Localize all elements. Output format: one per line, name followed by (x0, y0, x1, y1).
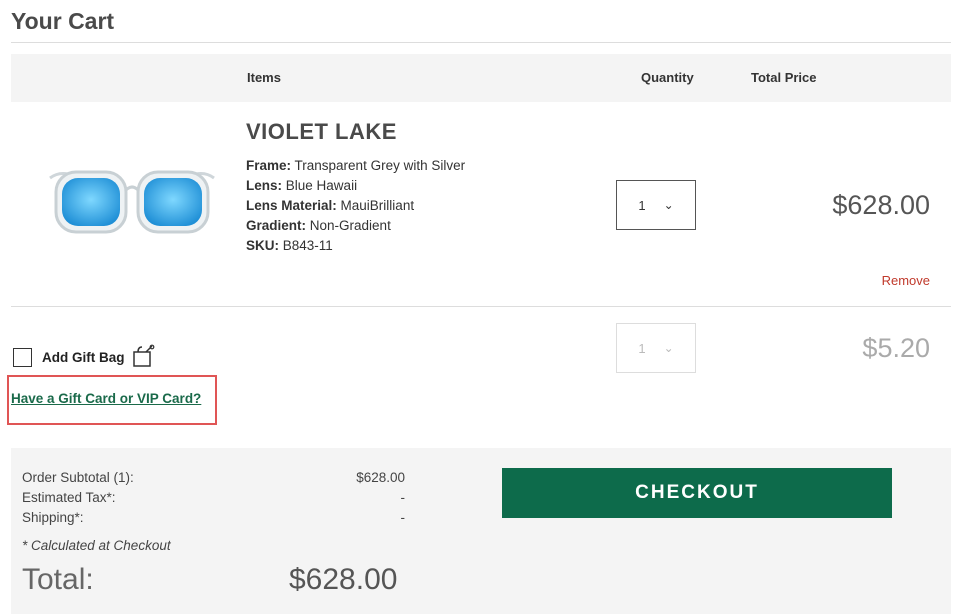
header-total-price: Total Price (751, 70, 817, 85)
gift-bag-price: $5.20 (862, 333, 930, 363)
gift-quantity-value: 1 (638, 340, 646, 356)
shipping-label: Shipping*: (22, 510, 84, 525)
item-divider (11, 306, 951, 307)
tax-value: - (400, 490, 406, 505)
product-name[interactable]: VIOLET LAKE (246, 119, 397, 145)
product-attributes: Frame: Transparent Grey with Silver Lens… (246, 156, 465, 256)
title-divider (11, 42, 951, 43)
product-image-sunglasses[interactable] (48, 166, 216, 242)
gift-card-link[interactable]: Have a Gift Card or VIP Card? (11, 391, 201, 406)
attr-frame: Frame: Transparent Grey with Silver (246, 158, 466, 173)
quantity-value: 1 (638, 197, 646, 213)
attr-gradient: Gradient: Non-Gradient (246, 218, 391, 233)
checkout-button[interactable]: CHECKOUT (502, 468, 892, 518)
shipping-value: - (400, 510, 406, 525)
tax-label: Estimated Tax*: (22, 490, 116, 505)
total-value: $628.00 (289, 563, 398, 596)
remove-link[interactable]: Remove (882, 273, 930, 288)
order-summary: Order Subtotal (1): $628.00 Estimated Ta… (11, 448, 951, 614)
chevron-down-icon: ⌄ (663, 198, 674, 212)
gift-bag-label[interactable]: Add Gift Bag (42, 350, 125, 365)
subtotal-label: Order Subtotal (1): (22, 470, 134, 485)
shipping-row: Shipping*: - (22, 510, 405, 525)
gift-bag-icon (133, 344, 155, 367)
product-price: $628.00 (832, 190, 930, 220)
attr-sku: SKU: B843-11 (246, 238, 333, 253)
attr-lens-material: Lens Material: MauiBrilliant (246, 198, 415, 213)
chevron-down-icon: ⌄ (663, 341, 674, 355)
cart-table-header: Items Quantity Total Price (11, 54, 951, 102)
gift-bag-quantity-select: 1 ⌄ (616, 323, 696, 373)
tax-row: Estimated Tax*: - (22, 490, 405, 505)
subtotal-row: Order Subtotal (1): $628.00 (22, 470, 405, 485)
calculated-note: * Calculated at Checkout (22, 538, 171, 553)
page-title: Your Cart (11, 8, 115, 34)
header-items: Items (247, 70, 281, 85)
header-quantity: Quantity (641, 70, 694, 85)
gift-bag-checkbox[interactable] (13, 348, 32, 367)
total-label: Total: (22, 563, 94, 596)
attr-lens: Lens: Blue Hawaii (246, 178, 358, 193)
subtotal-value: $628.00 (356, 470, 405, 485)
product-quantity-select[interactable]: 1 ⌄ (616, 180, 696, 230)
